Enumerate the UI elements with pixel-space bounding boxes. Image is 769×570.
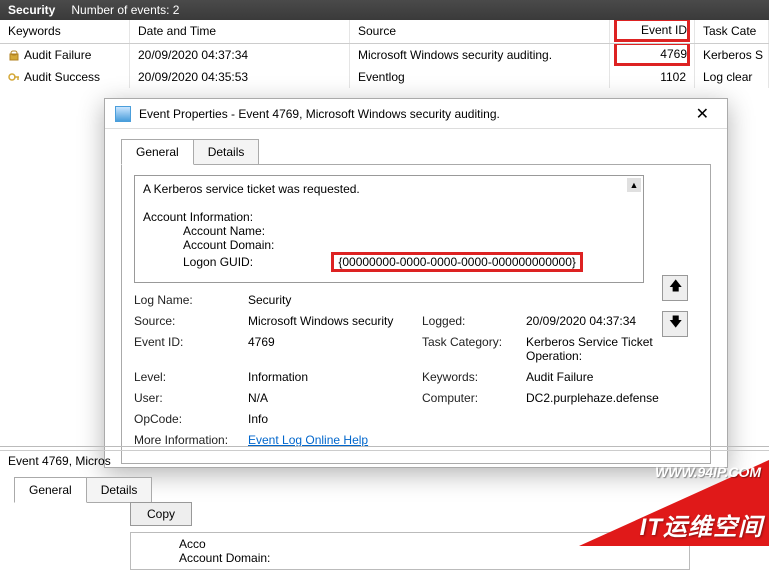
row-eventid: 1102 xyxy=(610,66,695,88)
keywords-value: Audit Failure xyxy=(526,370,698,384)
lock-icon xyxy=(8,49,20,61)
col-keywords[interactable]: Keywords xyxy=(0,20,130,43)
watermark-banner: WWW.94IP.COM IT运维空间 xyxy=(579,460,769,546)
event-properties-dialog: Event Properties - Event 4769, Microsoft… xyxy=(104,98,728,468)
close-button[interactable]: ✕ xyxy=(688,104,717,124)
logged-label: Logged: xyxy=(422,314,522,328)
bottom-line2: Account Domain: xyxy=(139,551,681,565)
account-name-label: Account Name: xyxy=(183,224,265,238)
taskcat-label: Task Category: xyxy=(422,335,522,363)
nav-buttons: 🡅 🡇 xyxy=(662,275,688,347)
source-value: Microsoft Windows security xyxy=(248,314,418,328)
event-count-label: Number of events: 2 xyxy=(71,3,179,17)
watermark-url: WWW.94IP.COM xyxy=(655,464,761,480)
computer-label: Computer: xyxy=(422,391,522,405)
row-source: Microsoft Windows security auditing. xyxy=(350,44,610,66)
moreinfo-label: More Information: xyxy=(134,433,244,447)
logon-guid-label: Logon GUID: xyxy=(183,255,328,269)
title-bar: Security Number of events: 2 xyxy=(0,0,769,20)
row-datetime: 20/09/2020 04:35:53 xyxy=(130,66,350,88)
source-label: Source: xyxy=(134,314,244,328)
row-taskcat: Log clear xyxy=(695,66,769,88)
dialog-tabs: General Details xyxy=(121,139,727,165)
event-grid-header: Keywords Date and Time Source Event ID T… xyxy=(0,20,769,44)
user-value: N/A xyxy=(248,391,418,405)
watermark-text: IT运维空间 xyxy=(640,507,763,542)
user-label: User: xyxy=(134,391,244,405)
level-label: Level: xyxy=(134,370,244,384)
logname-value: Security xyxy=(248,293,698,307)
online-help-link[interactable]: Event Log Online Help xyxy=(248,433,368,447)
copy-button[interactable]: Copy xyxy=(130,502,192,526)
description-box[interactable]: A Kerberos service ticket was requested.… xyxy=(134,175,644,283)
opcode-value: Info xyxy=(248,412,698,426)
eventid-value: 4769 xyxy=(248,335,418,363)
row-taskcat: Kerberos S xyxy=(695,44,769,66)
row-source: Eventlog xyxy=(350,66,610,88)
row-keywords: Audit Success xyxy=(24,70,100,84)
logon-guid-value: {00000000-0000-0000-0000-000000000000} xyxy=(331,252,583,272)
eventid-label: Event ID: xyxy=(134,335,244,363)
level-value: Information xyxy=(248,370,418,384)
row-eventid: 4769 xyxy=(610,44,695,66)
table-row[interactable]: Audit Failure 20/09/2020 04:37:34 Micros… xyxy=(0,44,769,66)
event-info-grid: Log Name: Security Source: Microsoft Win… xyxy=(134,293,698,447)
dialog-title-bar: Event Properties - Event 4769, Microsoft… xyxy=(105,99,727,129)
col-datetime[interactable]: Date and Time xyxy=(130,20,350,43)
col-taskcategory[interactable]: Task Cate xyxy=(695,20,769,43)
col-eventid[interactable]: Event ID xyxy=(610,20,695,43)
bottom-tab-general[interactable]: General xyxy=(14,477,87,503)
account-info-header: Account Information: xyxy=(143,210,635,224)
key-icon xyxy=(8,71,20,83)
row-datetime: 20/09/2020 04:37:34 xyxy=(130,44,350,66)
tab-panel-general: A Kerberos service ticket was requested.… xyxy=(121,164,711,464)
computer-value: DC2.purplehaze.defense xyxy=(526,391,698,405)
app-icon xyxy=(115,106,131,122)
desc-line: A Kerberos service ticket was requested. xyxy=(143,182,635,196)
next-event-button[interactable]: 🡇 xyxy=(662,311,688,337)
logname-label: Log Name: xyxy=(134,293,244,307)
opcode-label: OpCode: xyxy=(134,412,244,426)
scroll-up-icon[interactable]: ▲ xyxy=(627,178,641,192)
tab-details[interactable]: Details xyxy=(193,139,260,165)
table-row[interactable]: Audit Success 20/09/2020 04:35:53 Eventl… xyxy=(0,66,769,88)
bottom-tab-details[interactable]: Details xyxy=(86,477,153,503)
tab-general[interactable]: General xyxy=(121,139,194,165)
prev-event-button[interactable]: 🡅 xyxy=(662,275,688,301)
keywords-label: Keywords: xyxy=(422,370,522,384)
title-bar-text: Security xyxy=(8,3,55,17)
dialog-title: Event Properties - Event 4769, Microsoft… xyxy=(139,107,500,121)
account-domain-label: Account Domain: xyxy=(183,238,274,252)
col-source[interactable]: Source xyxy=(350,20,610,43)
row-keywords: Audit Failure xyxy=(24,48,91,62)
